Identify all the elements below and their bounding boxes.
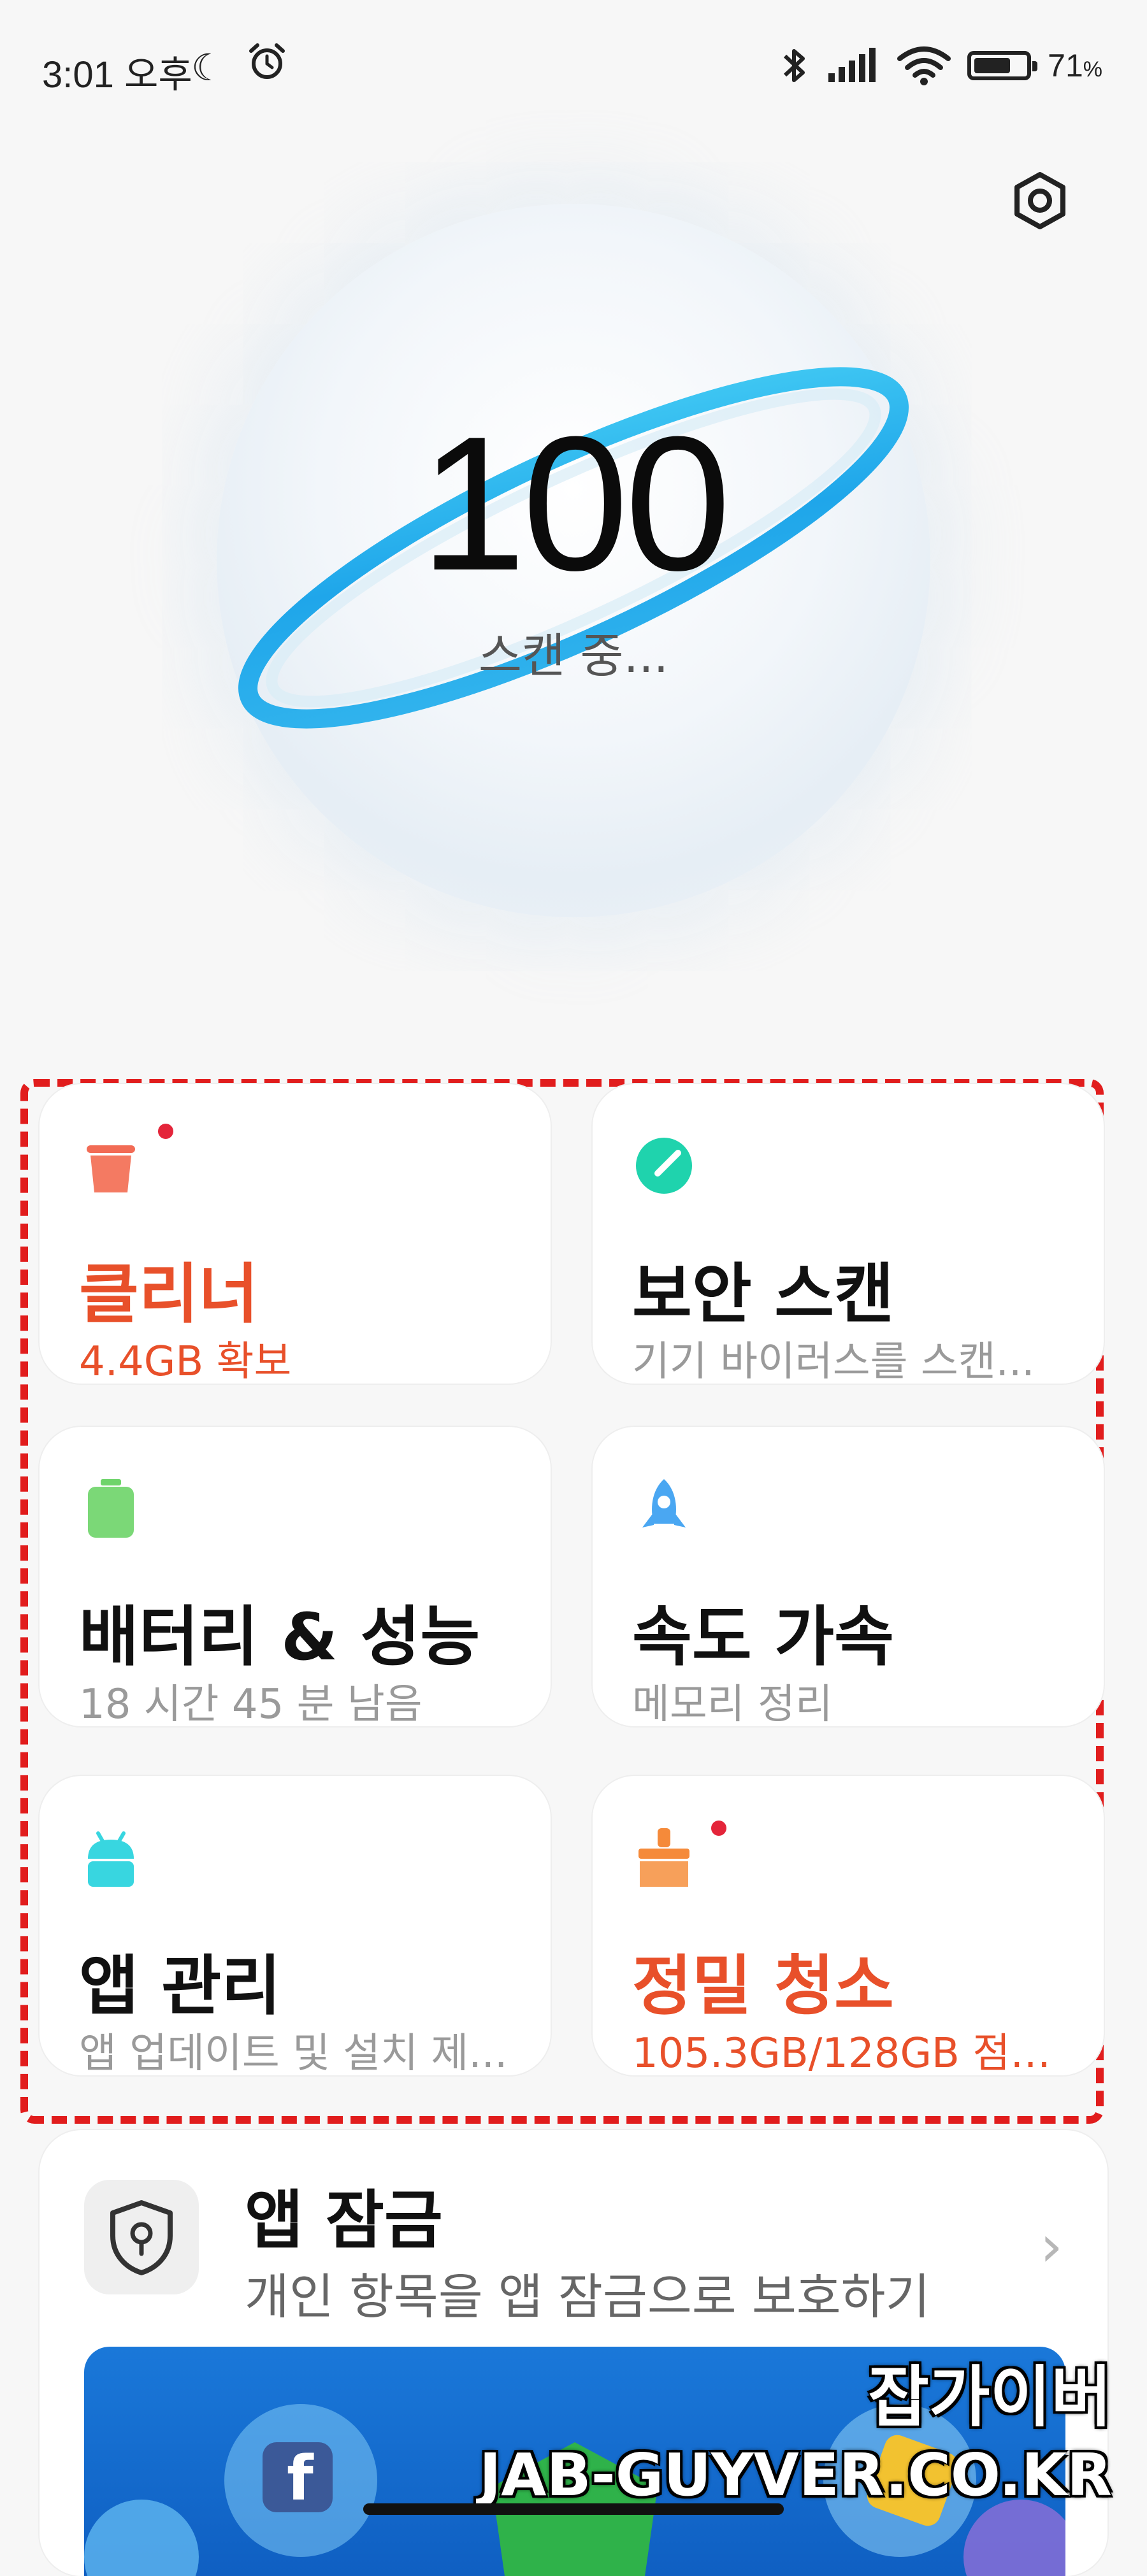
- battery-level: [974, 58, 1010, 73]
- battery-performance-title: 배터리 & 성능: [79, 1599, 480, 1675]
- deep-clean-card[interactable]: 정밀 청소 105.3GB/128GB 점유...: [593, 1776, 1104, 2077]
- wifi-icon: [897, 47, 951, 85]
- brush-icon: [638, 1828, 689, 1887]
- speed-boost-subtitle: 메모리 정리: [632, 1681, 833, 1728]
- deep-clean-title: 정밀 청소: [632, 1949, 894, 2024]
- watermark-korean: 잡가이버: [868, 2358, 1112, 2436]
- security-scan-subtitle: 기기 바이러스를 스캔...: [632, 1338, 1035, 1385]
- alarm-clock-icon: [249, 43, 285, 79]
- android-icon: [88, 1831, 134, 1887]
- app-management-card[interactable]: 앱 관리 앱 업데이트 및 설치 제...: [40, 1776, 551, 2077]
- rocket-icon: [642, 1479, 686, 1528]
- battery-performance-card[interactable]: 배터리 & 성능 18 시간 45 분 남음: [40, 1427, 551, 1728]
- security-scan-title: 보안 스캔: [632, 1257, 894, 1333]
- status-time: 3:01 오후: [42, 54, 192, 96]
- battery-icon: [88, 1479, 134, 1538]
- battery-icon: [967, 51, 1038, 80]
- speed-boost-title: 속도 가속: [632, 1599, 894, 1675]
- status-bar: 3:01 오후 ☾ 71%: [0, 0, 1147, 134]
- deep-clean-badge: [711, 1821, 726, 1836]
- deep-clean-subtitle: 105.3GB/128GB 점유...: [632, 2030, 1078, 2077]
- scan-score: 100: [419, 396, 732, 610]
- moon-icon: ☾: [191, 46, 224, 89]
- cleaner-badge: [158, 1124, 173, 1139]
- speed-boost-card[interactable]: 속도 가속 메모리 정리: [593, 1427, 1104, 1728]
- battery-performance-subtitle: 18 시간 45 분 남음: [79, 1681, 422, 1728]
- cleaner-title: 클리너: [79, 1257, 259, 1333]
- cleaner-card[interactable]: 클리너 4.4GB 확보: [40, 1084, 551, 1385]
- trash-bin-icon: [87, 1145, 135, 1192]
- home-indicator[interactable]: [363, 2503, 784, 2515]
- bluetooth-icon: [784, 49, 805, 82]
- watermark-url: JAB-GUYVER.CO.KR: [479, 2441, 1112, 2509]
- chevron-right-icon: ›: [1040, 2213, 1063, 2280]
- app-lock-title: 앱 잠금: [245, 2183, 443, 2258]
- scan-status-text: 스캔 중...: [478, 629, 669, 683]
- battery-percent: 71%: [1048, 48, 1102, 83]
- app-lock-subtitle: 개인 항목을 앱 잠금으로 보호하기: [245, 2268, 930, 2325]
- svg-text:f: f: [287, 2443, 314, 2514]
- shield-scan-icon: [636, 1138, 692, 1194]
- security-scan-card[interactable]: 보안 스캔 기기 바이러스를 스캔...: [593, 1084, 1104, 1385]
- app-management-title: 앱 관리: [79, 1949, 282, 2024]
- app-management-subtitle: 앱 업데이트 및 설치 제...: [79, 2030, 508, 2077]
- signal-icon: [828, 48, 876, 82]
- cleaner-subtitle: 4.4GB 확보: [79, 1338, 292, 1385]
- settings-gear-icon[interactable]: [1010, 171, 1070, 231]
- app-lock-icon: [84, 2180, 199, 2294]
